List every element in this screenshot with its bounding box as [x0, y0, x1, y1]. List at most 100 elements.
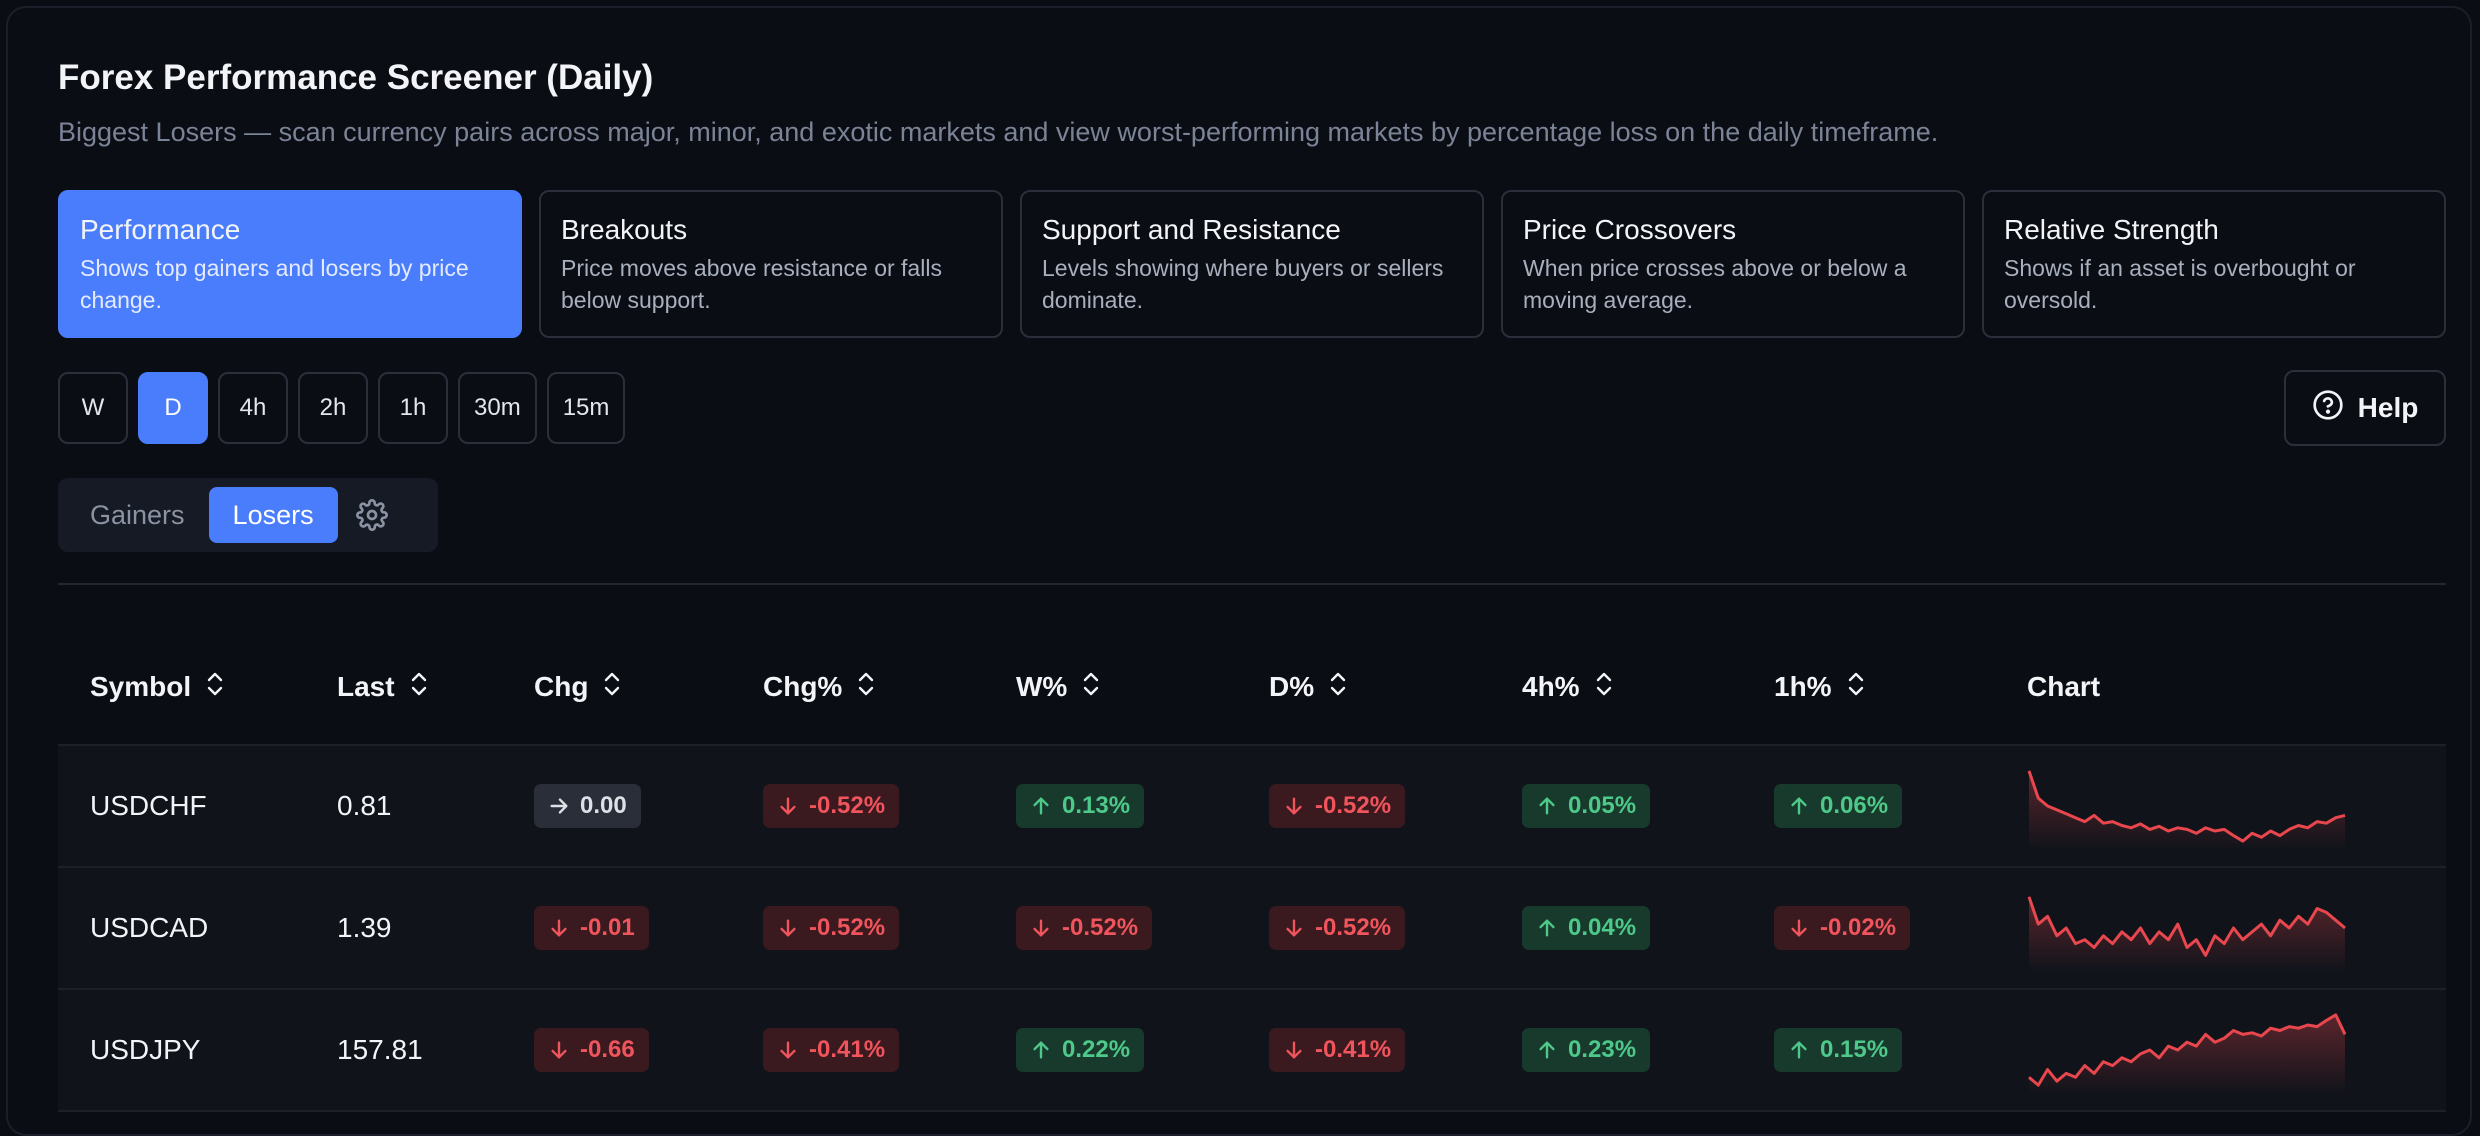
col-4h-pct[interactable]: 4h% [1522, 630, 1614, 744]
symbol-cell[interactable]: USDJPY [90, 990, 200, 1110]
col-chart: Chart [2027, 630, 2100, 744]
badge-value: 0.06% [1820, 792, 1889, 819]
timeframe-4h[interactable]: 4h [218, 372, 288, 444]
badge-value: -0.41% [809, 1036, 886, 1063]
category-card-title: Breakouts [561, 214, 688, 245]
arrow-up-icon [1788, 795, 1810, 817]
gainers-losers-toggle: Gainers Losers [58, 478, 438, 552]
col-symbol[interactable]: Symbol [90, 630, 225, 744]
table-body: USDCHF 0.81 0.00 -0.52% 0.13% -0.52% 0.05… [58, 746, 2446, 1112]
timeframe-1h[interactable]: 1h [378, 372, 448, 444]
d-pct-badge-cell: -0.41% [1269, 990, 1406, 1110]
w-pct-badge: -0.52% [1016, 906, 1153, 950]
col-label: Chg% [763, 671, 843, 702]
page-subtitle: Biggest Losers — scan currency pairs acr… [58, 117, 1939, 147]
category-card-performance[interactable]: Performance Shows top gainers and losers… [58, 190, 522, 338]
badge-value: -0.52% [1315, 914, 1392, 941]
page-title: Forex Performance Screener (Daily) [58, 58, 654, 97]
table-row[interactable]: USDCHF 0.81 0.00 -0.52% 0.13% -0.52% 0.05… [58, 746, 2446, 868]
category-card-price-crossovers[interactable]: Price Crossovers When price crosses abov… [1501, 190, 1965, 338]
h1-pct-badge-cell: 0.15% [1774, 990, 1903, 1110]
chg-badge-cell: -0.01 [534, 868, 649, 988]
col-chg[interactable]: Chg [534, 630, 622, 744]
arrow-down-icon [1030, 917, 1052, 939]
losers-tab[interactable]: Losers [208, 487, 338, 543]
timeframe-15m[interactable]: 15m [546, 372, 626, 444]
col-label: 4h% [1522, 671, 1580, 702]
sparkline-svg [2028, 1013, 2347, 1095]
arrow-up-icon [1536, 1039, 1558, 1061]
d-pct-badge-cell: -0.52% [1269, 868, 1406, 988]
h4-pct-badge-cell: 0.23% [1522, 990, 1651, 1110]
badge-value: -0.52% [1062, 914, 1139, 941]
gainers-tab[interactable]: Gainers [66, 487, 209, 543]
sparkline-chart[interactable] [2027, 868, 2347, 988]
timeframe-w[interactable]: W [58, 372, 128, 444]
col-d-pct[interactable]: D% [1269, 630, 1348, 744]
arrow-right-icon [548, 795, 570, 817]
screener-table: Symbol Last Chg Chg% W% D% 4h% 1h% Chart… [58, 630, 2446, 1112]
badge-value: 0.15% [1820, 1036, 1889, 1063]
sparkline-chart[interactable] [2027, 990, 2347, 1110]
sort-icon [1328, 671, 1348, 704]
col-1h-pct[interactable]: 1h% [1774, 630, 1866, 744]
sparkline-area [2029, 770, 2345, 851]
help-button[interactable]: Help [2284, 370, 2446, 446]
chg-badge: -0.66 [534, 1028, 649, 1072]
timeframe-d[interactable]: D [138, 372, 208, 444]
category-card-desc: Shows if an asset is overbought or overs… [2004, 255, 2356, 313]
col-label: Last [337, 671, 395, 702]
chg-pct-badge: -0.52% [763, 906, 900, 950]
help-icon [2312, 389, 2344, 428]
sparkline-svg [2027, 896, 2346, 973]
symbol-cell[interactable]: USDCHF [90, 746, 207, 866]
w-pct-badge: 0.13% [1016, 784, 1145, 828]
col-chg-pct[interactable]: Chg% [763, 630, 876, 744]
sort-icon [856, 671, 876, 704]
last-price-cell: 0.81 [337, 790, 392, 821]
arrow-down-icon [548, 1039, 570, 1061]
badge-value: -0.02% [1820, 914, 1897, 941]
h4-pct-badge: 0.04% [1522, 906, 1651, 950]
gear-icon[interactable] [355, 499, 388, 531]
badge-value: -0.66 [580, 1036, 635, 1063]
sparkline-chart[interactable] [2027, 746, 2347, 866]
table-row[interactable]: USDJPY 157.81 -0.66 -0.41% 0.22% -0.41% 0… [58, 990, 2446, 1112]
symbol-cell[interactable]: USDCAD [90, 868, 208, 988]
col-label: Chg [534, 671, 589, 702]
col-last[interactable]: Last [337, 630, 429, 744]
sort-icon [602, 671, 622, 704]
col-label: W% [1016, 671, 1068, 702]
d-pct-badge: -0.52% [1269, 906, 1406, 950]
category-card-title: Relative Strength [2004, 214, 2219, 245]
arrow-down-icon [1283, 917, 1305, 939]
h4-pct-badge-cell: 0.04% [1522, 868, 1651, 988]
d-pct-badge: -0.41% [1269, 1028, 1406, 1072]
category-card-support-resistance[interactable]: Support and Resistance Levels showing wh… [1020, 190, 1484, 338]
timeframe-30m[interactable]: 30m [458, 372, 537, 444]
col-label: Chart [2027, 671, 2101, 702]
category-card-relative-strength[interactable]: Relative Strength Shows if an asset is o… [1982, 190, 2446, 338]
table-row[interactable]: USDCAD 1.39 -0.01 -0.52% -0.52% -0.52% 0.… [58, 868, 2446, 990]
category-card-breakouts[interactable]: Breakouts Price moves above resistance o… [539, 190, 1003, 338]
sort-icon [205, 671, 225, 704]
table-header: Symbol Last Chg Chg% W% D% 4h% 1h% Chart [58, 630, 2446, 746]
chg-badge: -0.01 [534, 906, 649, 950]
category-card-desc: When price crosses above or below a movi… [1523, 255, 1907, 313]
arrow-up-icon [1030, 795, 1052, 817]
col-w-pct[interactable]: W% [1016, 630, 1101, 744]
w-pct-badge-cell: 0.13% [1016, 746, 1145, 866]
sparkline-area [2029, 896, 2345, 973]
badge-value: 0.05% [1568, 792, 1637, 819]
h1-pct-badge-cell: -0.02% [1774, 868, 1911, 988]
h1-pct-badge: 0.06% [1774, 784, 1903, 828]
category-card-desc: Shows top gainers and losers by price ch… [80, 255, 469, 313]
badge-value: 0.23% [1568, 1036, 1637, 1063]
arrow-up-icon [1536, 795, 1558, 817]
help-label: Help [2357, 392, 2419, 423]
category-card-desc: Price moves above resistance or falls be… [561, 255, 942, 313]
timeframe-2h[interactable]: 2h [298, 372, 368, 444]
category-card-desc: Levels showing where buyers or sellers d… [1042, 255, 1444, 313]
category-card-title: Price Crossovers [1523, 214, 1737, 245]
h1-pct-badge-cell: 0.06% [1774, 746, 1903, 866]
